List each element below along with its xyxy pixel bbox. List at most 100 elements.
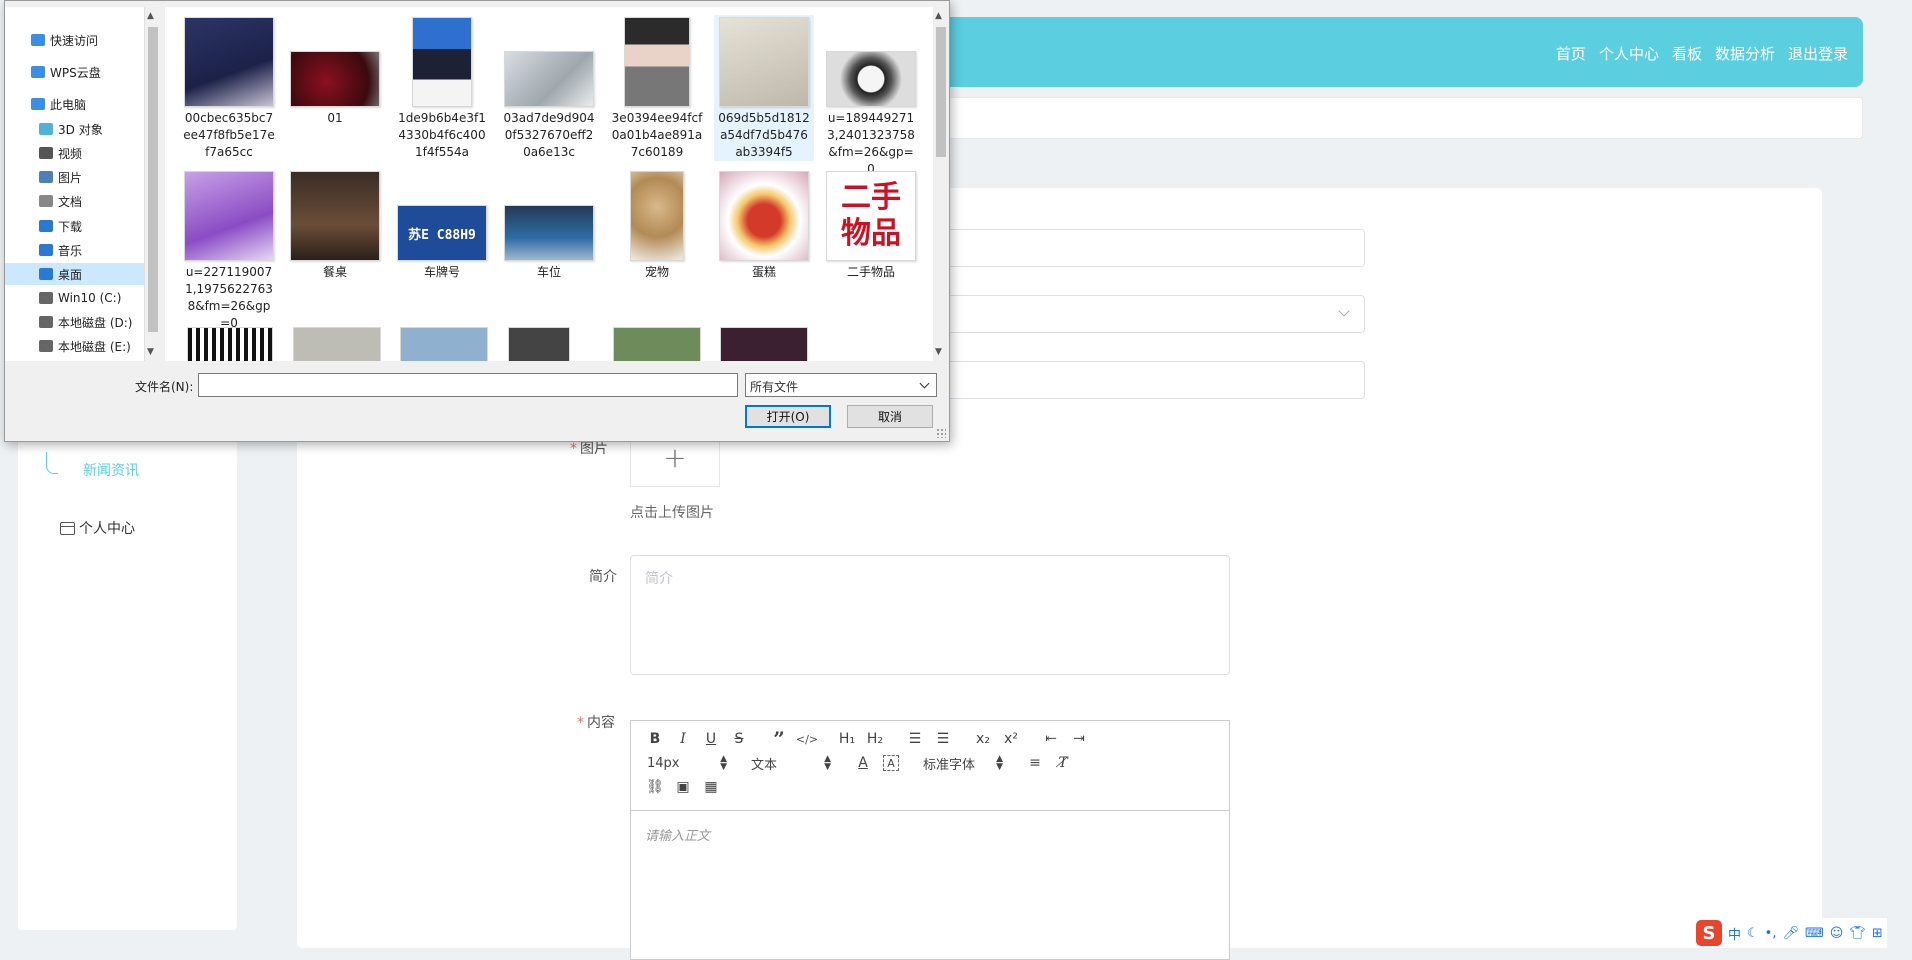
- filetype-select[interactable]: 所有文件: [745, 373, 937, 397]
- indent-icon[interactable]: ⇥: [1065, 728, 1093, 750]
- form-input-1[interactable]: [940, 229, 1365, 267]
- text-color-icon[interactable]: A: [849, 752, 877, 774]
- sogou-logo-icon[interactable]: S: [1696, 920, 1722, 946]
- file-item[interactable]: 00cbec635bc7ee47f8fb5e17ef7a65cc: [179, 15, 279, 161]
- file-item[interactable]: 苏E C88H9 车牌号: [392, 169, 492, 281]
- scroll-thumb[interactable]: [936, 27, 946, 157]
- chevron-down-icon: [919, 378, 930, 389]
- ime-language[interactable]: 中: [1728, 924, 1741, 943]
- resize-grip-icon[interactable]: [936, 428, 946, 438]
- italic-icon[interactable]: I: [669, 728, 697, 750]
- editor-body[interactable]: 请输入正文: [631, 811, 1229, 858]
- file-thumbnail-partial[interactable]: [508, 327, 570, 361]
- block-type-select[interactable]: 文本 ▲ ▼: [745, 752, 837, 774]
- nav-item[interactable]: 桌面: [5, 263, 144, 285]
- nav-item[interactable]: Win10 (C:): [5, 287, 144, 309]
- nav-item[interactable]: 本地磁盘 (E:): [5, 335, 144, 357]
- nav-item[interactable]: 下载: [5, 215, 144, 237]
- file-item[interactable]: 宠物: [607, 169, 707, 281]
- punctuation-icon[interactable]: •,: [1765, 926, 1777, 941]
- code-block-icon[interactable]: </>: [793, 728, 821, 750]
- sidebar-item-news[interactable]: 新闻资讯: [83, 460, 139, 480]
- scroll-up-icon[interactable]: ▲: [147, 11, 154, 21]
- font-family-select[interactable]: 标准字体 ▲ ▼: [917, 752, 1009, 774]
- file-thumbnail-partial[interactable]: [400, 327, 488, 361]
- nav-item[interactable]: 3D 对象: [5, 118, 144, 140]
- background-color-icon[interactable]: A: [883, 755, 899, 771]
- file-item[interactable]: 3e0394ee94fcf0a01b4ae891a7c60189: [607, 15, 707, 161]
- nav-home[interactable]: 首页: [1556, 43, 1586, 64]
- font-size-select[interactable]: 14px ▲ ▼: [641, 752, 733, 774]
- file-thumbnail: [412, 17, 472, 107]
- scroll-up-icon[interactable]: ▲: [935, 11, 942, 21]
- nav-item[interactable]: 视频: [5, 142, 144, 164]
- video-icon[interactable]: ▦: [697, 776, 725, 798]
- file-item[interactable]: 01: [285, 15, 385, 127]
- outdent-icon[interactable]: ⇤: [1037, 728, 1065, 750]
- file-item[interactable]: u=2271190071,19756227638&fm=26&gp=0: [179, 169, 279, 332]
- nav-dashboard[interactable]: 看板: [1672, 43, 1702, 64]
- file-name: 03ad7de9d9040f5327670eff20a6e13c: [503, 111, 595, 159]
- file-item[interactable]: 二手 物品 二手物品: [821, 169, 921, 281]
- file-item[interactable]: 餐桌: [285, 169, 385, 281]
- file-item[interactable]: 069d5b5d1812a54df7d5b476ab3394f5: [714, 15, 814, 161]
- clear-format-icon[interactable]: T̸: [1049, 752, 1077, 774]
- file-item[interactable]: 蛋糕: [714, 169, 814, 281]
- sidebar-item-personal[interactable]: 个人中心: [60, 518, 135, 538]
- blockquote-icon[interactable]: ”: [765, 727, 793, 751]
- scroll-down-icon[interactable]: ▼: [935, 347, 942, 357]
- nav-item[interactable]: 此电脑: [5, 93, 144, 115]
- file-name: 069d5b5d1812a54df7d5b476ab3394f5: [718, 111, 810, 159]
- form-select[interactable]: [940, 295, 1365, 333]
- navigation-pane: 快速访问 WPS云盘 此电脑 3D 对象 视频 图片 文档 下载 音乐 桌面 Win10 (C:) 本…: [5, 7, 145, 361]
- nav-personal-center[interactable]: 个人中心: [1599, 43, 1659, 64]
- nav-item[interactable]: 音乐: [5, 239, 144, 261]
- person-icon[interactable]: ☺: [1830, 926, 1844, 941]
- file-name: 宠物: [644, 265, 669, 279]
- file-thumbnail-partial[interactable]: [720, 327, 808, 361]
- moon-icon[interactable]: ☾: [1747, 926, 1759, 941]
- file-item[interactable]: 03ad7de9d9040f5327670eff20a6e13c: [499, 15, 599, 161]
- file-thumbnail-partial[interactable]: [293, 327, 381, 361]
- file-thumbnail-partial[interactable]: [187, 327, 273, 361]
- file-item[interactable]: u=1894492713,2401323758&fm=26&gp=0: [821, 15, 921, 178]
- image-icon[interactable]: ▣: [669, 776, 697, 798]
- filename-input[interactable]: [198, 373, 738, 397]
- nav-data-analysis[interactable]: 数据分析: [1715, 43, 1775, 64]
- nav-scrollbar[interactable]: ▲ ▼: [145, 7, 161, 361]
- shirt-icon[interactable]: 👕︎: [1849, 926, 1866, 941]
- brief-textarea[interactable]: 简介: [630, 555, 1230, 675]
- grid-icon[interactable]: ⊞: [1872, 926, 1883, 941]
- open-button[interactable]: 打开(O): [745, 405, 831, 428]
- grid-scrollbar[interactable]: ▲ ▼: [933, 7, 949, 361]
- subscript-icon[interactable]: x₂: [969, 728, 997, 750]
- scroll-thumb[interactable]: [148, 27, 158, 332]
- plus-icon: +: [663, 441, 687, 474]
- nav-item[interactable]: 图片: [5, 166, 144, 188]
- keyboard-icon[interactable]: ⌨: [1805, 926, 1824, 941]
- bullet-list-icon[interactable]: ☰: [929, 728, 957, 750]
- sidebar-item-label: 个人中心: [79, 521, 135, 537]
- heading2-icon[interactable]: H₂: [861, 728, 889, 750]
- link-icon[interactable]: ⛓: [641, 776, 669, 798]
- nav-item[interactable]: 本地磁盘 (D:): [5, 311, 144, 333]
- nav-item[interactable]: WPS云盘: [5, 61, 144, 83]
- file-name: u=1894492713,2401323758&fm=26&gp=0: [827, 111, 915, 176]
- file-thumbnail-partial[interactable]: [613, 327, 701, 361]
- superscript-icon[interactable]: x²: [997, 728, 1025, 750]
- heading1-icon[interactable]: H₁: [833, 728, 861, 750]
- scroll-down-icon[interactable]: ▼: [147, 347, 154, 357]
- nav-item[interactable]: 快速访问: [5, 29, 144, 51]
- strikethrough-icon[interactable]: S: [725, 728, 753, 750]
- bold-icon[interactable]: B: [641, 728, 669, 750]
- underline-icon[interactable]: U: [697, 728, 725, 750]
- file-item[interactable]: 车位: [499, 169, 599, 281]
- align-left-icon[interactable]: ≡: [1021, 752, 1049, 774]
- ordered-list-icon[interactable]: ☰: [901, 728, 929, 750]
- cancel-button[interactable]: 取消: [847, 405, 933, 428]
- file-item[interactable]: 1de9b6b4e3f14330b4f6c4001f4f554a: [392, 15, 492, 161]
- nav-logout[interactable]: 退出登录: [1788, 43, 1848, 64]
- microphone-icon[interactable]: 🎤︎: [1782, 926, 1799, 941]
- nav-item[interactable]: 文档: [5, 190, 144, 212]
- form-input-2[interactable]: [940, 361, 1365, 399]
